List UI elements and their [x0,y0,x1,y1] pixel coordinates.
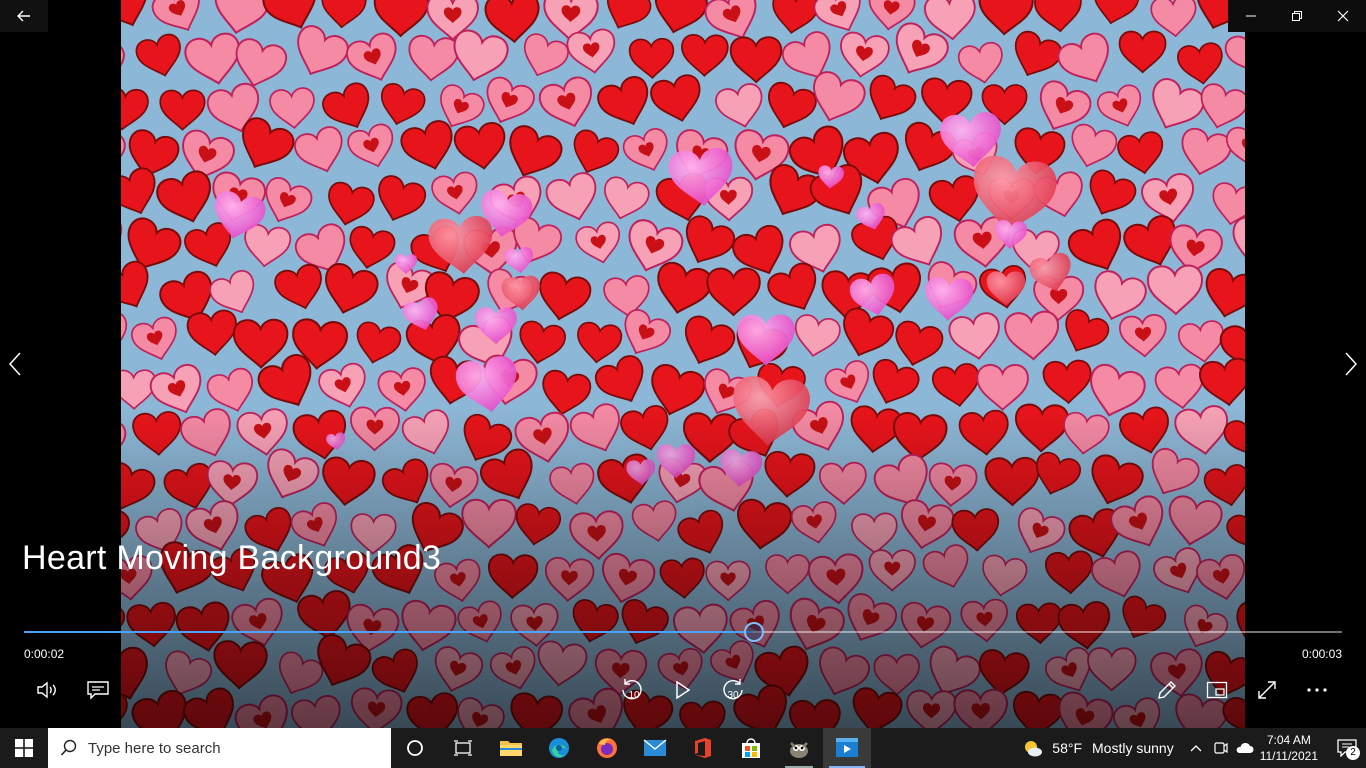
back-button[interactable] [0,0,48,32]
play-icon [676,680,691,700]
clock-date: 11/11/2021 [1259,749,1318,763]
edge-icon [549,738,569,758]
weather-widget[interactable]: 58°F Mostly sunny [1022,738,1174,758]
minimize-icon [1246,15,1256,17]
action-center-button[interactable]: 2 [1328,728,1366,768]
chevron-right-icon [1345,352,1358,376]
video-player: Heart Moving Background3 0:00:02 0:00:03… [0,0,1366,728]
volume-button[interactable] [31,673,65,707]
weather-condition: Mostly sunny [1092,740,1174,756]
edit-button[interactable] [1150,673,1184,707]
skip-back-seconds: 10 [628,690,640,701]
seek-bar-progress [24,631,753,633]
gimp-button[interactable] [775,728,823,768]
fullscreen-icon [1258,681,1276,699]
window-controls [1228,0,1366,32]
firefox-button[interactable] [583,728,631,768]
cortana-button[interactable] [391,728,439,768]
current-time: 0:00:02 [24,647,65,661]
search-icon [60,739,77,756]
weather-temperature: 58°F [1052,740,1083,756]
onedrive-button[interactable] [1232,728,1256,768]
more-icon [1307,688,1327,692]
skip-back-button[interactable]: 10 [615,673,649,707]
partly-sunny-icon [1025,741,1043,757]
firefox-icon [597,738,617,758]
skip-forward-button[interactable]: 30 [716,673,750,707]
mail-button[interactable] [631,728,679,768]
skip-forward-icon: 30 [723,679,743,701]
more-button[interactable] [1300,673,1334,707]
clock[interactable]: 7:04 AM 11/11/2021 [1260,732,1318,764]
fullscreen-button[interactable] [1250,673,1284,707]
movies-tv-icon [836,738,858,757]
store-icon [742,738,760,758]
seek-bar-thumb[interactable] [743,622,764,642]
meet-now-button[interactable] [1208,728,1232,768]
office-icon [695,738,711,758]
next-button[interactable] [1336,346,1366,382]
volume-icon [37,681,56,699]
gimp-icon [790,742,808,758]
task-view-icon [454,740,472,756]
system-tray: 58°F Mostly sunny 7:04 AM 11/11/2021 2 [1022,728,1366,768]
office-button[interactable] [679,728,727,768]
clock-time: 7:04 AM [1266,733,1311,747]
chevron-left-icon [8,352,21,376]
cortana-icon [407,740,423,756]
video-title: Heart Moving Background3 [22,539,442,577]
store-button[interactable] [727,728,775,768]
play-button[interactable] [666,673,700,707]
restore-icon [1292,11,1302,21]
pencil-icon [1158,681,1176,699]
windows-logo-icon [15,739,33,757]
mini-view-icon [1206,681,1228,699]
taskbar: Type here to search 58°F Mostly sunny 7:… [0,728,1366,768]
show-hidden-icons-button[interactable] [1184,728,1208,768]
folder-icon [500,741,522,756]
notification-count: 2 [1346,746,1360,760]
movies-tv-button[interactable] [823,728,871,768]
minimize-button[interactable] [1228,0,1274,32]
taskbar-search-box[interactable]: Type here to search [48,728,391,768]
total-time: 0:00:03 [1301,647,1342,661]
mini-view-button[interactable] [1200,673,1234,707]
meet-now-icon [1214,742,1228,754]
video-frame[interactable] [121,0,1245,728]
close-button[interactable] [1320,0,1366,32]
chevron-up-icon [1190,745,1202,752]
heart-pattern-image [121,0,1245,728]
task-view-button[interactable] [439,728,487,768]
close-icon [1337,10,1349,22]
edge-button[interactable] [535,728,583,768]
captions-icon [87,681,109,700]
skip-forward-seconds: 30 [727,690,739,701]
previous-button[interactable] [0,346,30,382]
file-explorer-button[interactable] [487,728,535,768]
restore-button[interactable] [1274,0,1320,32]
skip-back-icon: 10 [622,679,642,701]
captions-button[interactable] [81,673,115,707]
search-placeholder: Type here to search [88,739,221,757]
back-arrow-icon [17,10,30,22]
start-button[interactable] [0,728,48,768]
cloud-icon [1236,742,1254,753]
mail-icon [643,739,667,756]
seek-bar[interactable] [24,622,1342,642]
